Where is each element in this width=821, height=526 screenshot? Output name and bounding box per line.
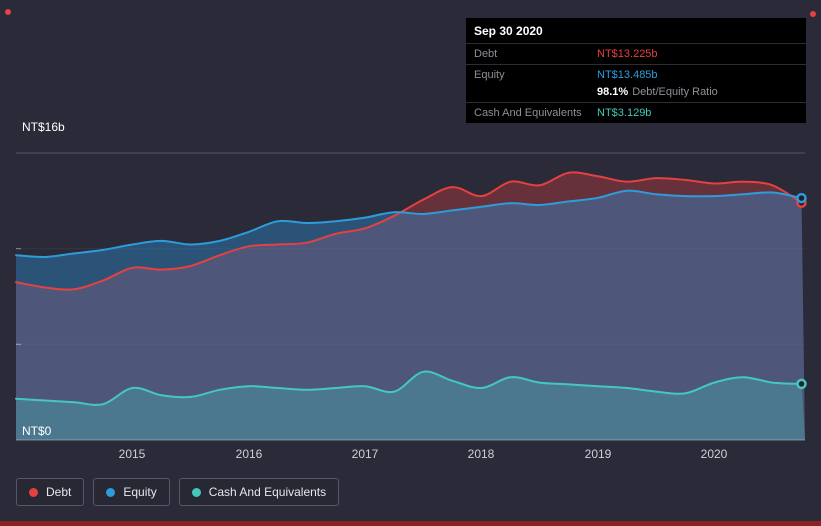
x-tick-label: 2018 [467,447,495,461]
tooltip-ratio-label: Debt/Equity Ratio [632,86,718,98]
tooltip-equity-value: NT$13.485b [597,69,658,81]
bottom-red-bar [0,521,821,526]
y-axis-label-top: NT$16b [22,120,65,134]
tooltip-ratio-value: 98.1% [597,86,629,98]
tooltip-equity-label: Equity [474,69,505,81]
series-endpoint-cash-and-equivalents [796,378,807,390]
legend-item-debt-label: Debt [46,485,72,499]
legend-item-debt[interactable]: Debt [16,478,85,506]
x-tick-label: 2020 [700,447,728,461]
tooltip-debt-row: Debt NT$13.225b [466,44,806,64]
tooltip-date: Sep 30 2020 [474,24,543,38]
debt-series-dot-icon [29,487,38,497]
tooltip-debt-label: Debt [474,48,498,60]
legend-item-equity-label: Equity [123,485,157,499]
tooltip-cash-row: Cash And Equivalents NT$3.129b [466,103,806,123]
page: NT$16b NT$0 2015 2016 2017 2018 2019 2020 Sep… [0,0,821,526]
chart-tooltip: Sep 30 2020 Debt NT$13.225b Equity NT$13… [466,18,806,123]
tooltip-cash-value: NT$3.129b [597,107,652,119]
legend-item-cash-label: Cash And Equivalents [208,485,327,499]
legend-item-cash[interactable]: Cash And Equivalents [178,478,340,506]
tooltip-ratio-row: 98.1% Debt/Equity Ratio [466,85,806,102]
legend-item-equity[interactable]: Equity [93,478,170,506]
x-tick-label: 2019 [584,447,612,461]
tooltip-cash-label: Cash And Equivalents [474,107,582,119]
x-tick-label: 2015 [118,447,146,461]
x-tick-label: 2017 [351,447,379,461]
tooltip-debt-value: NT$13.225b [597,48,658,60]
chart-legend: Debt Equity Cash And Equivalents [16,478,340,506]
equity-series-dot-icon [106,487,116,497]
series-endpoint-equity [796,192,807,204]
y-axis-label-bottom: NT$0 [22,424,52,438]
x-tick-label: 2016 [235,447,263,461]
cash-series-dot-icon [191,487,201,497]
tooltip-equity-row: Equity NT$13.485b [466,65,806,85]
